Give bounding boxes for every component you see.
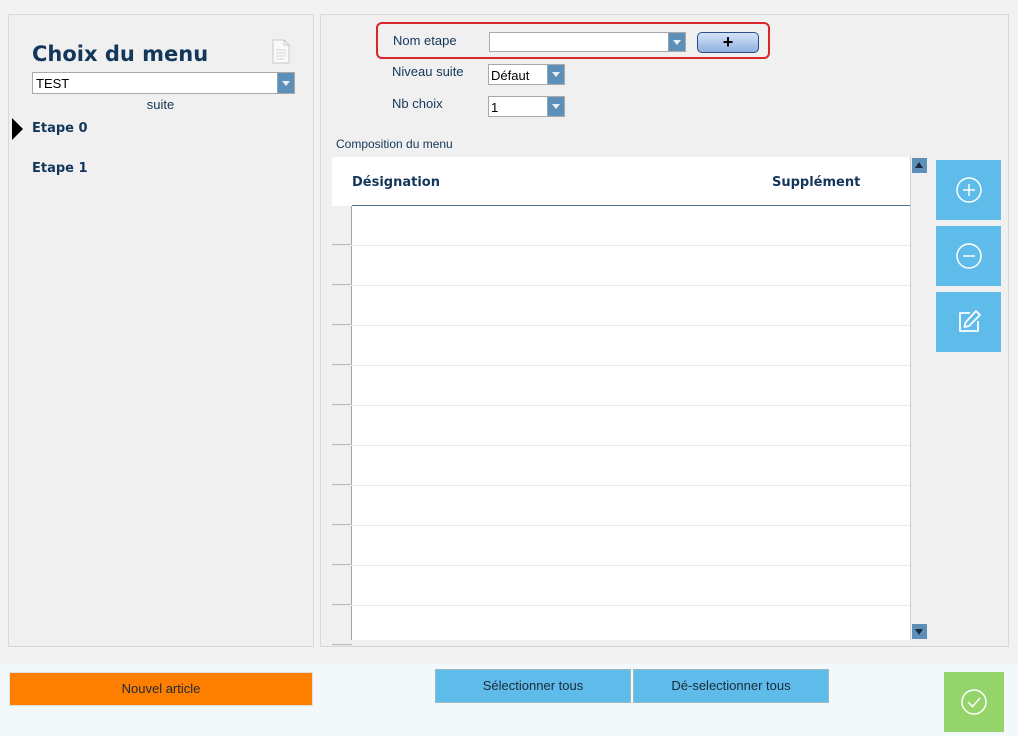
composition-table[interactable]: Désignation Supplément [332, 157, 927, 646]
table-scrollbar[interactable] [910, 157, 927, 640]
table-row[interactable] [332, 246, 910, 286]
add-item-button[interactable] [936, 160, 1001, 220]
nom-etape-select[interactable] [489, 32, 686, 52]
table-row[interactable] [332, 406, 910, 446]
table-row[interactable] [332, 366, 910, 406]
remove-item-button[interactable] [936, 226, 1001, 286]
new-article-button[interactable]: Nouvel article [9, 672, 313, 706]
check-circle-icon [961, 689, 987, 715]
table-row[interactable] [332, 326, 910, 366]
table-row[interactable] [332, 566, 910, 606]
niveau-suite-select[interactable]: Défaut [488, 64, 565, 85]
nom-etape-label: Nom etape [393, 33, 457, 48]
deselect-all-button[interactable]: Dé-selectionner tous [633, 669, 829, 703]
menu-choice-panel: Choix du menu TEST suite Etape 0 Etape 1 [8, 14, 314, 647]
table-row[interactable] [332, 606, 910, 646]
menu-select[interactable]: TEST [32, 72, 295, 94]
table-row[interactable] [332, 526, 910, 566]
select-all-button[interactable]: Sélectionner tous [435, 669, 631, 703]
minus-circle-icon [955, 243, 982, 269]
confirm-button[interactable] [944, 672, 1004, 732]
chevron-down-icon[interactable] [668, 33, 685, 51]
chevron-down-icon[interactable] [547, 97, 564, 116]
menu-select-value: TEST [36, 76, 70, 91]
etape-item-1[interactable]: Etape 1 [32, 161, 88, 176]
nb-choix-value: 1 [491, 100, 499, 115]
current-step-arrow-icon [12, 118, 23, 140]
niveau-suite-label: Niveau suite [392, 64, 464, 79]
scroll-down-icon[interactable] [912, 624, 927, 639]
nb-choix-select[interactable]: 1 [488, 96, 565, 117]
add-step-button[interactable]: + [697, 32, 759, 53]
niveau-suite-value: Défaut [491, 68, 530, 83]
chevron-down-icon[interactable] [547, 65, 564, 84]
table-row[interactable] [332, 206, 910, 246]
composition-label: Composition du menu [336, 137, 453, 151]
edit-item-button[interactable] [936, 292, 1001, 352]
column-header-designation[interactable]: Désignation [352, 175, 440, 190]
edit-icon [958, 310, 981, 332]
plus-circle-icon [955, 177, 982, 203]
table-row[interactable] [332, 446, 910, 486]
table-row[interactable] [332, 286, 910, 326]
scroll-up-icon[interactable] [912, 158, 927, 173]
etape-item-0[interactable]: Etape 0 [32, 121, 88, 136]
menu-choice-title: Choix du menu [32, 42, 209, 66]
document-icon[interactable] [271, 39, 291, 64]
table-row[interactable] [332, 486, 910, 526]
nb-choix-label: Nb choix [392, 96, 443, 111]
suite-label: suite [146, 97, 175, 112]
column-header-supplement[interactable]: Supplément [772, 175, 860, 190]
chevron-down-icon[interactable] [277, 73, 294, 93]
